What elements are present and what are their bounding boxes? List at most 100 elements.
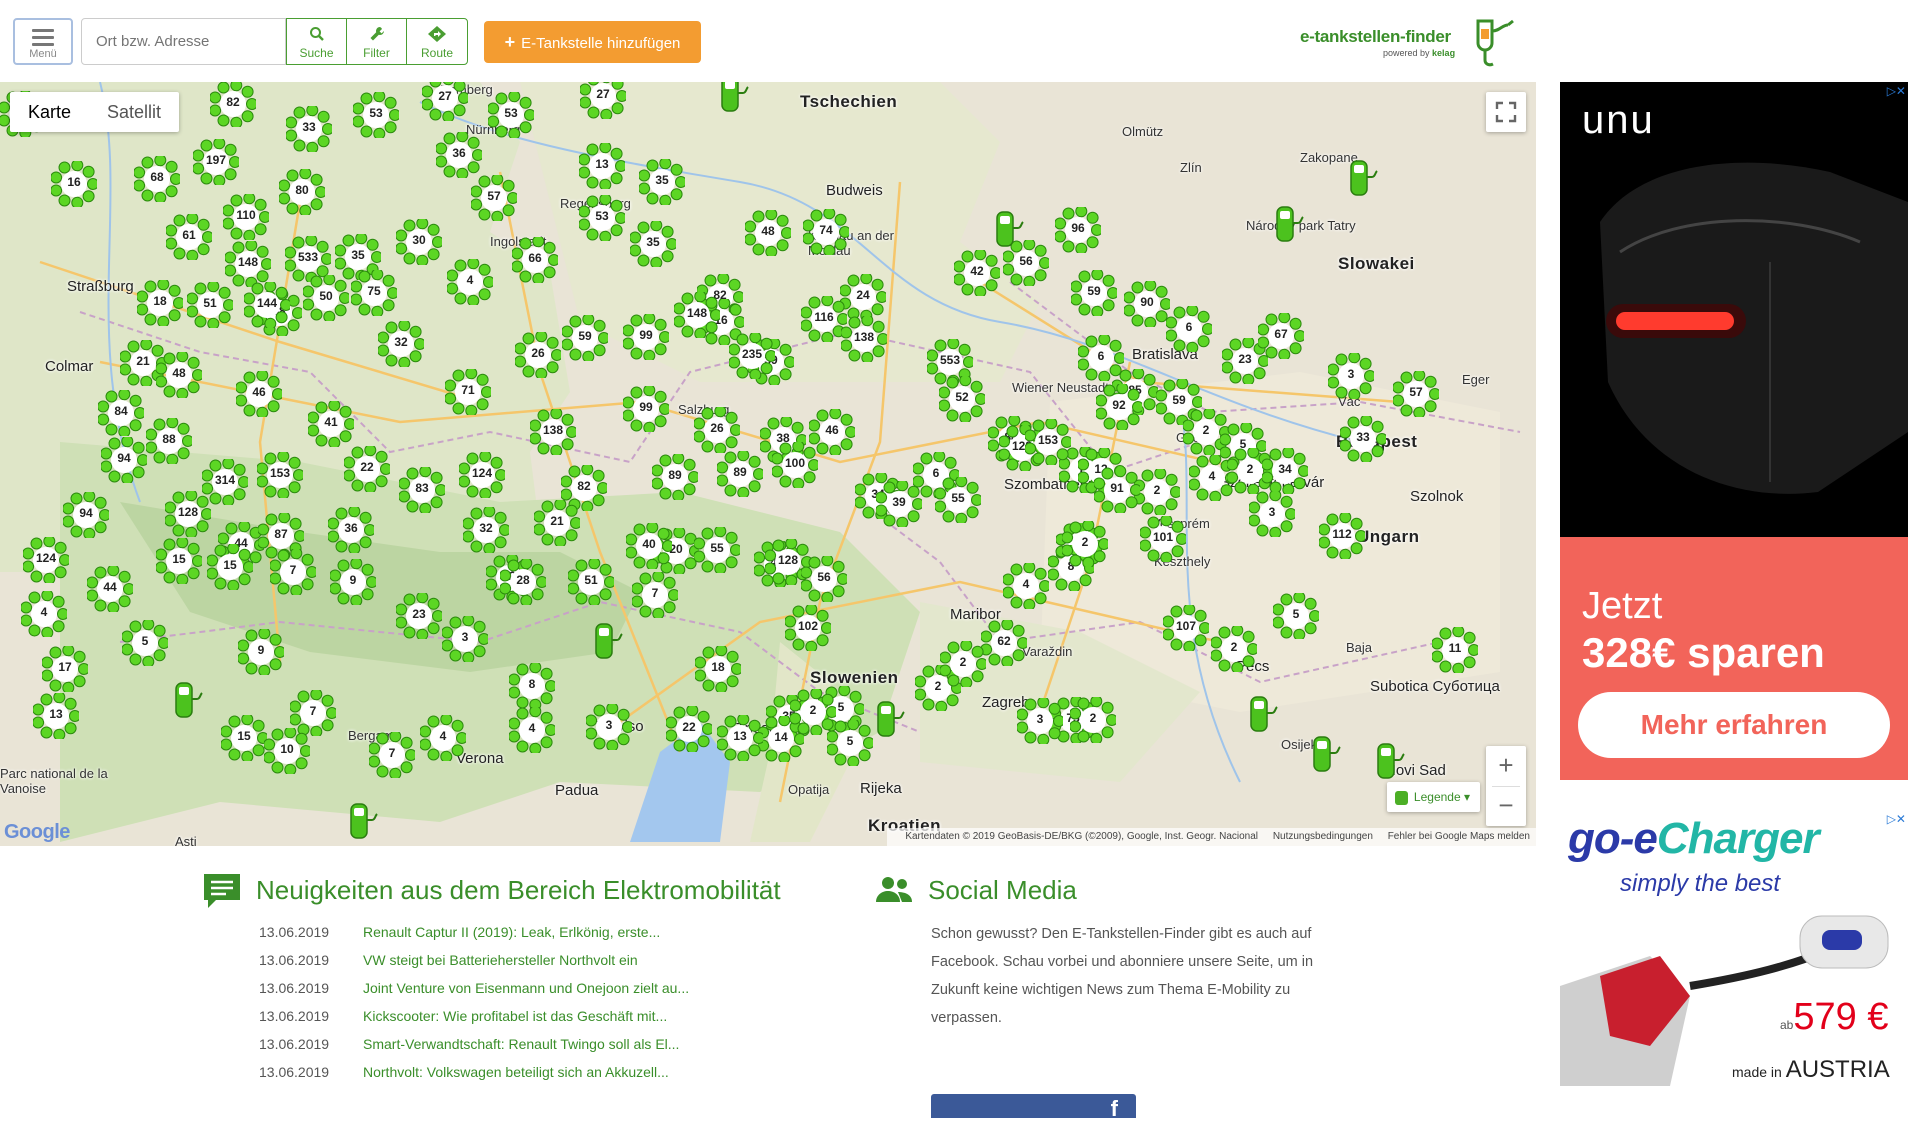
station-cluster[interactable]: 74 bbox=[803, 209, 849, 255]
station-cluster[interactable]: 23 bbox=[396, 593, 442, 639]
single-station-marker[interactable] bbox=[1311, 735, 1343, 775]
station-cluster[interactable]: 27 bbox=[580, 82, 626, 119]
station-cluster[interactable]: 4 bbox=[509, 707, 555, 753]
search-button[interactable]: Suche bbox=[287, 19, 347, 64]
station-cluster[interactable]: 75 bbox=[351, 270, 397, 316]
station-cluster[interactable]: 4 bbox=[420, 715, 466, 761]
station-cluster[interactable]: 90 bbox=[1124, 281, 1170, 327]
facebook-button[interactable]: f bbox=[931, 1094, 1136, 1121]
ad-choices-icon[interactable]: ▷✕ bbox=[1876, 812, 1906, 828]
station-cluster[interactable]: 3 bbox=[586, 704, 632, 750]
station-cluster[interactable]: 18 bbox=[695, 646, 741, 692]
logo[interactable]: e-tankstellen-finder powered by kelag bbox=[1300, 15, 1520, 70]
station-cluster[interactable]: 27 bbox=[422, 82, 468, 121]
station-cluster[interactable]: 92 bbox=[1096, 384, 1142, 430]
station-cluster[interactable]: 56 bbox=[801, 556, 847, 602]
station-cluster[interactable]: 53 bbox=[488, 92, 534, 138]
station-cluster[interactable]: 51 bbox=[568, 559, 614, 605]
station-cluster[interactable]: 5 bbox=[122, 620, 168, 666]
station-cluster[interactable]: 153 bbox=[1025, 419, 1071, 465]
station-cluster[interactable]: 3 bbox=[1249, 491, 1295, 537]
station-cluster[interactable]: 99 bbox=[623, 314, 669, 360]
station-cluster[interactable]: 22 bbox=[344, 446, 390, 492]
station-cluster[interactable]: 6 bbox=[1166, 306, 1212, 352]
station-cluster[interactable]: 83 bbox=[399, 467, 445, 513]
station-cluster[interactable]: 48 bbox=[156, 352, 202, 398]
station-cluster[interactable]: 94 bbox=[101, 437, 147, 483]
station-cluster[interactable]: 61 bbox=[166, 214, 212, 260]
station-cluster[interactable]: 197 bbox=[193, 139, 239, 185]
station-cluster[interactable]: 55 bbox=[935, 477, 981, 523]
station-cluster[interactable]: 128 bbox=[165, 491, 211, 537]
station-cluster[interactable]: 8 bbox=[509, 663, 555, 709]
station-cluster[interactable]: 84 bbox=[98, 390, 144, 436]
station-cluster[interactable]: 50 bbox=[303, 275, 349, 321]
station-cluster[interactable]: 7 bbox=[632, 572, 678, 618]
go-echarger-ad[interactable]: ▷✕ go-eCharger simply the best ab579 € m… bbox=[1560, 810, 1908, 1086]
station-cluster[interactable]: 96 bbox=[1055, 207, 1101, 253]
station-cluster[interactable]: 13 bbox=[33, 693, 79, 739]
station-cluster[interactable]: 17 bbox=[42, 646, 88, 692]
news-link[interactable]: Smart-Verwandtschaft: Renault Twingo sol… bbox=[363, 1036, 679, 1052]
station-cluster[interactable]: 26 bbox=[694, 407, 740, 453]
station-cluster[interactable]: 59 bbox=[562, 315, 608, 361]
station-cluster[interactable]: 6 bbox=[1078, 335, 1124, 381]
station-cluster[interactable]: 94 bbox=[63, 492, 109, 538]
station-cluster[interactable]: 100 bbox=[772, 442, 818, 488]
zoom-out-button[interactable]: − bbox=[1486, 786, 1526, 826]
station-cluster[interactable]: 51 bbox=[187, 282, 233, 328]
station-cluster[interactable]: 33 bbox=[1340, 416, 1386, 462]
single-station-marker[interactable] bbox=[875, 700, 907, 740]
station-cluster[interactable]: 102 bbox=[785, 605, 831, 651]
station-cluster[interactable]: 30 bbox=[396, 219, 442, 265]
station-cluster[interactable]: 138 bbox=[530, 409, 576, 455]
single-station-marker[interactable] bbox=[348, 802, 380, 842]
station-cluster[interactable]: 80 bbox=[279, 169, 325, 215]
station-cluster[interactable]: 34 bbox=[1262, 448, 1308, 494]
station-cluster[interactable]: 110 bbox=[223, 194, 269, 240]
station-cluster[interactable]: 89 bbox=[652, 454, 698, 500]
station-cluster[interactable]: 7 bbox=[270, 549, 316, 595]
fullscreen-button[interactable] bbox=[1486, 92, 1526, 132]
station-cluster[interactable]: 2 bbox=[1062, 521, 1108, 567]
station-cluster[interactable]: 9 bbox=[238, 629, 284, 675]
station-cluster[interactable]: 71 bbox=[445, 369, 491, 415]
station-cluster[interactable]: 28 bbox=[500, 559, 546, 605]
station-cluster[interactable]: 5 bbox=[827, 720, 873, 766]
station-cluster[interactable]: 4 bbox=[21, 591, 67, 637]
station-cluster[interactable]: 15 bbox=[221, 715, 267, 761]
station-cluster[interactable]: 41 bbox=[308, 401, 354, 447]
station-cluster[interactable]: 2 bbox=[1070, 697, 1116, 743]
station-cluster[interactable]: 11 bbox=[1432, 627, 1478, 673]
station-cluster[interactable]: 2 bbox=[940, 641, 986, 687]
station-cluster[interactable]: 7 bbox=[369, 732, 415, 778]
news-link[interactable]: Joint Venture von Eisenmann und Onejoon … bbox=[363, 980, 689, 996]
single-station-marker[interactable] bbox=[1375, 742, 1407, 782]
single-station-marker[interactable] bbox=[1274, 205, 1306, 245]
station-cluster[interactable]: 68 bbox=[134, 156, 180, 202]
station-cluster[interactable]: 3 bbox=[442, 616, 488, 662]
news-link[interactable]: Northvolt: Volkswagen beteiligt sich an … bbox=[363, 1064, 669, 1080]
station-cluster[interactable]: 3 bbox=[1017, 698, 1063, 744]
station-cluster[interactable]: 10 bbox=[264, 728, 310, 774]
single-station-marker[interactable] bbox=[173, 681, 205, 721]
station-cluster[interactable]: 124 bbox=[23, 537, 69, 583]
station-cluster[interactable]: 112 bbox=[1319, 513, 1365, 559]
station-cluster[interactable]: 153 bbox=[257, 452, 303, 498]
station-cluster[interactable]: 57 bbox=[1393, 371, 1439, 417]
news-link[interactable]: VW steigt bei Batteriehersteller Northvo… bbox=[363, 952, 638, 968]
terms-link[interactable]: Nutzungsbedingungen bbox=[1273, 831, 1373, 842]
station-cluster[interactable]: 32 bbox=[378, 321, 424, 367]
station-cluster[interactable]: 148 bbox=[225, 241, 271, 287]
station-cluster[interactable]: 36 bbox=[328, 507, 374, 553]
station-cluster[interactable]: 35 bbox=[630, 221, 676, 267]
station-cluster[interactable]: 35 bbox=[639, 159, 685, 205]
station-cluster[interactable]: 144 bbox=[244, 282, 290, 328]
report-link[interactable]: Fehler bei Google Maps melden bbox=[1388, 831, 1530, 842]
zoom-in-button[interactable]: + bbox=[1486, 746, 1526, 786]
station-cluster[interactable]: 53 bbox=[579, 195, 625, 241]
station-cluster[interactable]: 57 bbox=[471, 175, 517, 221]
news-link[interactable]: Renault Captur II (2019): Leak, Erlkönig… bbox=[363, 924, 660, 940]
map[interactable]: TschechienBudweisKrumau an der MoldauOlm… bbox=[0, 82, 1536, 846]
ad-choices-icon[interactable]: ▷✕ bbox=[1876, 84, 1906, 100]
